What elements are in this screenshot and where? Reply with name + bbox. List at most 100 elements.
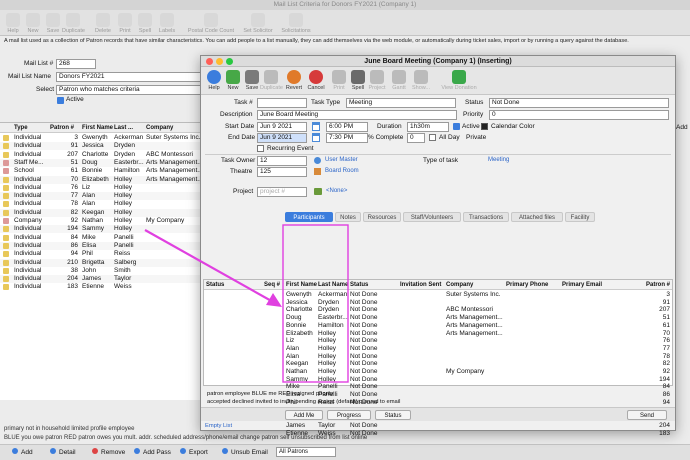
toolbar-button[interactable]: View Donation — [437, 70, 481, 91]
send-button[interactable]: Send — [627, 410, 667, 420]
active-checkbox[interactable] — [57, 97, 64, 104]
mail-list-num-field[interactable]: 268 — [56, 59, 96, 69]
description-text: A mail list used as a collection of Patr… — [4, 38, 629, 44]
task-type-select[interactable]: Meeting — [346, 98, 456, 108]
all-day-checkbox[interactable] — [429, 134, 436, 141]
bottom-button[interactable]: Add Pass — [134, 448, 171, 456]
project-field[interactable]: project # — [257, 187, 307, 197]
calendar-icon[interactable] — [312, 133, 320, 142]
column-header[interactable]: Status — [350, 281, 368, 290]
participant-row[interactable]: Elizabeth Holley Not Done Arts Management..… — [204, 330, 672, 338]
participant-row[interactable]: Charlotte Dryden Not Done ABC Montessori 207 — [204, 306, 672, 314]
duration-field[interactable]: 1h30m — [407, 122, 449, 132]
column-header[interactable]: Patron # — [50, 124, 74, 133]
add-me-button[interactable]: Add Me — [285, 410, 323, 420]
column-header[interactable]: First Name — [286, 281, 317, 290]
toolbar-button[interactable]: Solicitations — [278, 13, 314, 34]
empty-list-link[interactable]: Empty List — [205, 423, 232, 429]
task-owner-field[interactable]: 12 — [257, 156, 307, 166]
participant-row[interactable]: Jessica Dryden Not Done 91 — [204, 299, 672, 307]
project-none-link[interactable]: <None> — [326, 188, 347, 194]
column-header[interactable]: Type — [14, 124, 28, 133]
bottom-button[interactable]: Export — [180, 448, 208, 456]
participant-row[interactable]: James Taylor Not Done 204 — [204, 422, 672, 430]
tab-staff-volunteers[interactable]: Staff/Volunteers — [403, 212, 461, 222]
toolbar-button[interactable]: Revert — [283, 70, 305, 91]
bottom-button[interactable]: Remove — [92, 448, 125, 456]
bottom-button[interactable]: Add — [12, 448, 33, 456]
participant-row[interactable]: Alan Holley Not Done 78 — [204, 353, 672, 361]
participant-row[interactable]: Alan Holley Not Done 77 — [204, 345, 672, 353]
user-master-link[interactable]: User Master — [325, 157, 358, 163]
status-select[interactable]: Not Done — [489, 98, 669, 108]
participant-row[interactable]: Mike Panelli Not Done 84 — [204, 383, 672, 391]
toolbar-button[interactable]: Duplicate — [62, 13, 85, 34]
board-room-link[interactable]: Board Room — [325, 168, 359, 174]
column-header[interactable]: Company — [446, 281, 473, 290]
toolbar-button[interactable]: Delete — [92, 13, 114, 34]
tab-facility[interactable]: Facility — [565, 212, 595, 222]
toolbar-button[interactable]: Duplicate — [260, 70, 283, 91]
column-header[interactable]: Primary Email — [562, 281, 602, 290]
column-header[interactable]: Patron # — [622, 281, 670, 290]
tab-participants[interactable]: Participants — [285, 212, 333, 222]
priority-field[interactable]: 0 — [489, 110, 669, 120]
column-header[interactable]: Invitation Sent — [400, 281, 441, 290]
toolbar-button[interactable]: Save — [42, 13, 64, 34]
bottom-button[interactable]: Detail — [50, 448, 76, 456]
toolbar-button[interactable]: Show... — [410, 70, 432, 91]
participant-row[interactable]: Sammy Holley Not Done 194 — [204, 376, 672, 384]
toolbar-button[interactable]: Spell — [134, 13, 156, 34]
tab-transactions[interactable]: Transactions — [463, 212, 509, 222]
progress-button[interactable]: Progress — [327, 410, 371, 420]
toolbar-button[interactable]: New — [22, 13, 44, 34]
task-num-field[interactable] — [257, 98, 307, 108]
participant-row[interactable]: Doug Easterbr... Not Done Arts Management..… — [204, 314, 672, 322]
toolbar-button[interactable]: Cancel — [305, 70, 327, 91]
start-time-field[interactable]: 6:00 PM — [326, 122, 368, 132]
column-header[interactable]: Last Name — [318, 281, 348, 290]
column-header[interactable]: Company — [146, 124, 173, 133]
bottom-button[interactable]: Unsub Email — [222, 448, 268, 456]
active-checkbox[interactable] — [453, 123, 460, 130]
window-title: Mail List Criteria for Donors FY2021 (Co… — [0, 0, 690, 10]
recurring-checkbox[interactable] — [257, 145, 264, 152]
participant-row[interactable]: Gwenyth Ackerman Not Done Suter Systems Inc… — [204, 291, 672, 299]
participant-row[interactable]: Etienne Weiss Not Done 183 — [204, 430, 672, 438]
theatre-field[interactable]: 125 — [257, 167, 307, 177]
end-date-label: End Date — [228, 134, 256, 141]
column-header[interactable]: First Name — [82, 124, 113, 133]
select-dropdown[interactable]: Patron who matches criteria — [56, 85, 201, 95]
patron-filter-select[interactable]: All Patrons — [276, 447, 336, 457]
mail-list-name-field[interactable]: Donors FY2021 — [56, 72, 201, 82]
participant-row[interactable]: Liz Holley Not Done 76 — [204, 337, 672, 345]
calendar-icon[interactable] — [312, 122, 320, 131]
toolbar-button[interactable]: Project — [366, 70, 388, 91]
tab-attached-files[interactable]: Attached files — [511, 212, 563, 222]
toolbar-button[interactable]: Labels — [156, 13, 178, 34]
toolbar-icon — [26, 13, 40, 27]
participant-row[interactable]: Keegan Holley Not Done 82 — [204, 360, 672, 368]
calendar-color-checkbox[interactable] — [481, 123, 488, 130]
toolbar-button[interactable]: Print — [114, 13, 136, 34]
toolbar-icon — [118, 13, 132, 27]
toolbar-button[interactable]: Postal Code Count — [186, 13, 236, 34]
description-field[interactable]: June Board Meeting — [257, 110, 457, 120]
tab-resources[interactable]: Resources — [363, 212, 401, 222]
column-header[interactable]: Seq # — [264, 281, 280, 290]
toolbar-button[interactable]: Help — [2, 13, 24, 34]
status-button[interactable]: Status — [375, 410, 411, 420]
column-header[interactable]: Status — [206, 281, 224, 290]
toolbar-button[interactable]: Set Solicitor — [240, 13, 276, 34]
participant-row[interactable]: Nathan Holley Not Done My Company 92 — [204, 368, 672, 376]
table-row[interactable]: Individual 183 Etienne Weiss — [0, 283, 200, 292]
toolbar-button[interactable]: Gantt — [388, 70, 410, 91]
complete-field[interactable]: 0 — [407, 133, 425, 143]
end-date-field[interactable]: Jun 9 2021 — [257, 133, 307, 143]
column-header[interactable]: Primary Phone — [506, 281, 548, 290]
tab-notes[interactable]: Notes — [335, 212, 361, 222]
end-time-field[interactable]: 7:30 PM — [326, 133, 368, 143]
column-header[interactable]: Last ... — [114, 124, 133, 133]
participant-row[interactable]: Bonnie Hamilton Not Done Arts Management...… — [204, 322, 672, 330]
start-date-field[interactable]: Jun 9 2021 — [257, 122, 307, 132]
